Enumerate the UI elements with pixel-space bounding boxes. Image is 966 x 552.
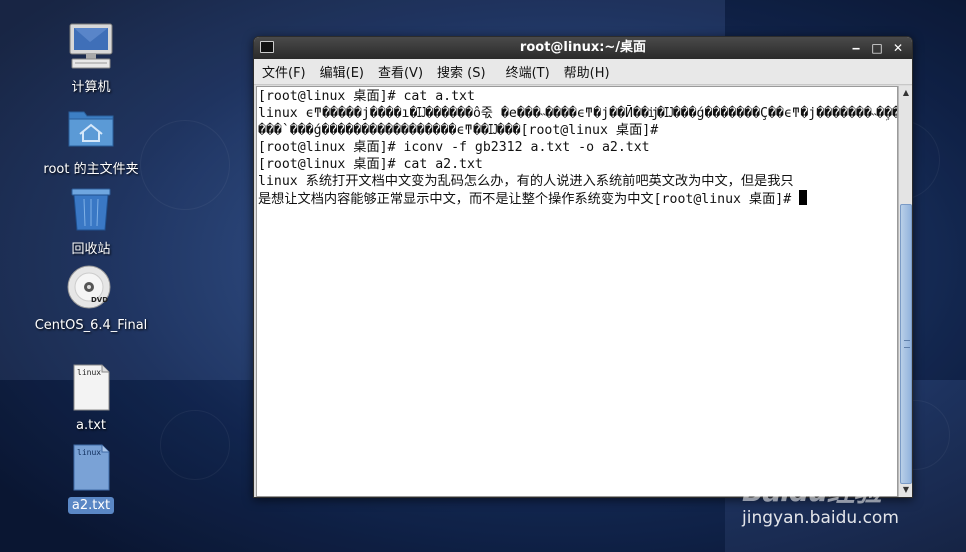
scroll-down-arrow-icon[interactable]: ▼ xyxy=(899,483,912,497)
desktop-icon-label: a2.txt xyxy=(67,497,115,514)
close-button[interactable]: ✕ xyxy=(888,37,908,59)
scrollbar-thumb[interactable] xyxy=(900,204,912,484)
desktop-icon-home-folder[interactable]: root 的主文件夹 xyxy=(26,104,156,178)
desktop-icon-a-txt[interactable]: linux a.txt xyxy=(26,364,156,434)
desktop-icon-label: a.txt xyxy=(76,418,106,433)
vertical-scrollbar[interactable]: ▲ ▼ xyxy=(898,86,912,497)
text-cursor xyxy=(799,190,808,205)
terminal-line: ���`���ǵ�����������������ϵͳ��Ĳ���[root@l… xyxy=(258,123,659,138)
text-file-icon: linux xyxy=(66,364,116,414)
computer-icon xyxy=(66,22,116,72)
baidu-logo-watermark: Baidu经验 xyxy=(742,475,882,508)
desktop-icon-label: CentOS_6.4_Final xyxy=(34,318,148,333)
menu-help[interactable]: 帮助(H) xyxy=(564,62,610,81)
terminal-line: linux 系统打开文档中文变为乱码怎么办，有的人说进入系统前吧英文改为中文，但… xyxy=(258,174,794,189)
terminal-prompt-line: 是想让文档内容能够正常显示中文，而不是让整个操作系统变为中文[root@linu… xyxy=(258,190,897,207)
home-folder-icon xyxy=(66,104,116,154)
dvd-icon: DVD xyxy=(66,264,116,314)
terminal-window: root@linux:~/桌面 ‒ □ ✕ 文件(F) 编辑(E) 查看(V) … xyxy=(253,36,913,498)
text-file-icon: linux xyxy=(66,444,116,494)
menu-view[interactable]: 查看(V) xyxy=(378,62,423,81)
desktop-icon-trash[interactable]: 回收站 xyxy=(26,184,156,258)
terminal-line: [root@linux 桌面]# iconv -f gb2312 a.txt -… xyxy=(258,140,650,155)
desktop-icon-label: root 的主文件夹 xyxy=(43,162,139,177)
menu-terminal[interactable]: 终端(T) xyxy=(506,62,550,81)
desktop-icon-a2-txt[interactable]: linux a2.txt xyxy=(26,444,156,514)
menu-file[interactable]: 文件(F) xyxy=(262,62,306,81)
terminal-line: 是想让文档内容能够正常显示中文，而不是让整个操作系统变为中文[root@linu… xyxy=(258,192,800,207)
file-badge: linux xyxy=(77,448,102,457)
terminal-app-icon[interactable] xyxy=(260,41,274,53)
desktop-icon-computer[interactable]: 计算机 xyxy=(26,22,156,96)
terminal-line: linux ϵͳ�����j����ı�Ĳ������ô죿 �е���˵����… xyxy=(258,106,897,121)
svg-text:DVD: DVD xyxy=(91,296,108,304)
scroll-up-arrow-icon[interactable]: ▲ xyxy=(899,86,912,100)
desktop-icon-label: 计算机 xyxy=(71,80,111,95)
terminal-output[interactable]: [root@linux 桌面]# cat a.txt linux ϵͳ�����… xyxy=(256,86,898,497)
watermark-url: jingyan.baidu.com xyxy=(742,508,899,528)
title-bar[interactable]: root@linux:~/桌面 ‒ □ ✕ xyxy=(254,37,912,59)
menu-edit[interactable]: 编辑(E) xyxy=(320,62,364,81)
file-badge: linux xyxy=(77,368,102,377)
window-title: root@linux:~/桌面 xyxy=(519,40,647,55)
terminal-line: [root@linux 桌面]# cat a.txt xyxy=(258,89,475,104)
menu-search[interactable]: 搜索 (S) xyxy=(437,62,486,81)
desktop-icon-label: 回收站 xyxy=(71,242,111,257)
trash-icon xyxy=(66,184,116,234)
desktop-icon-dvd[interactable]: DVD CentOS_6.4_Final xyxy=(26,264,156,334)
terminal-line: [root@linux 桌面]# cat a2.txt xyxy=(258,157,483,172)
maximize-button[interactable]: □ xyxy=(867,37,887,59)
minimize-button[interactable]: ‒ xyxy=(846,37,866,59)
menu-bar: 文件(F) 编辑(E) 查看(V) 搜索 (S) 终端(T) 帮助(H) xyxy=(254,59,912,85)
